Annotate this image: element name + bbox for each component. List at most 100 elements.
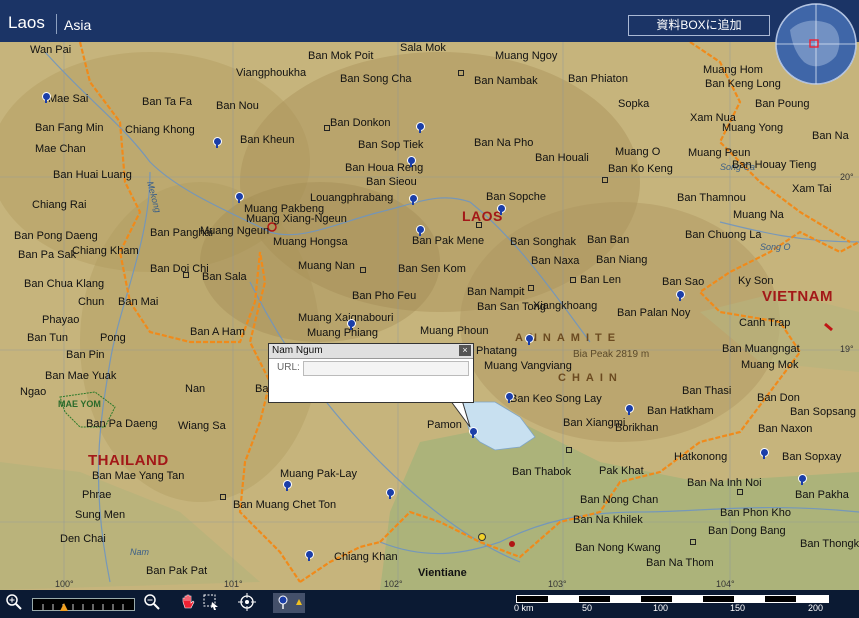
pin-icon[interactable]: [525, 334, 534, 345]
place-label[interactable]: Ban Kheun: [240, 134, 294, 146]
place-label[interactable]: Ban Sala: [202, 271, 247, 283]
pin-icon[interactable]: [273, 593, 305, 613]
place-label[interactable]: Ban Sop Tiek: [358, 139, 423, 151]
place-label[interactable]: Ban Sen Kom: [398, 263, 466, 275]
place-label[interactable]: Muang Xiang-Ngeun: [246, 213, 347, 225]
pin-icon[interactable]: [760, 448, 769, 459]
globe-locator[interactable]: [770, 0, 859, 88]
place-label[interactable]: Canh Trap: [739, 317, 790, 329]
place-label[interactable]: Muang Na: [733, 209, 784, 221]
pin-icon[interactable]: [305, 550, 314, 561]
town-marker[interactable]: [737, 489, 743, 495]
town-marker[interactable]: [528, 285, 534, 291]
place-label[interactable]: Pak Khat: [599, 465, 644, 477]
place-label[interactable]: Phrae: [82, 489, 111, 501]
map-viewport[interactable]: LAOS THAILAND VIETNAM ANNAMITE CHAIN MAE…: [0, 42, 859, 590]
place-label[interactable]: Ban Sopxay: [782, 451, 841, 463]
place-label[interactable]: Chiang Khan: [334, 551, 398, 563]
place-label[interactable]: Ban Song Cha: [340, 73, 412, 85]
place-label[interactable]: Muang Pak-Lay: [280, 468, 357, 480]
place-label[interactable]: Ban Thasi: [682, 385, 731, 397]
pin-icon[interactable]: [798, 474, 807, 485]
place-label[interactable]: Ban Pak Pat: [146, 565, 207, 577]
place-label[interactable]: Xiangkhoang: [533, 300, 597, 312]
place-label[interactable]: Ban Xiangmi: [563, 417, 625, 429]
pin-icon[interactable]: [409, 194, 418, 205]
zoom-out-icon[interactable]: [142, 593, 162, 613]
place-label[interactable]: Ban Sopche: [486, 191, 546, 203]
place-label[interactable]: Wan Pai: [30, 44, 71, 56]
town-marker[interactable]: [476, 222, 482, 228]
place-label[interactable]: Muang Yong: [722, 122, 783, 134]
pin-icon[interactable]: [625, 404, 634, 415]
place-label[interactable]: Ban Ta Fa: [142, 96, 192, 108]
pin-icon[interactable]: [235, 192, 244, 203]
place-label[interactable]: Ban Donkon: [330, 117, 391, 129]
place-label[interactable]: Ban Don: [757, 392, 800, 404]
place-label[interactable]: Ban Phiaton: [568, 73, 628, 85]
place-label[interactable]: Ban Nambak: [474, 75, 538, 87]
pin-icon[interactable]: [416, 225, 425, 236]
town-marker[interactable]: [458, 70, 464, 76]
place-label[interactable]: Ban Na Khilek: [573, 514, 643, 526]
place-label[interactable]: Den Chai: [60, 533, 106, 545]
pin-icon[interactable]: [676, 290, 685, 301]
place-label-capital[interactable]: Vientiane: [418, 567, 467, 579]
zoom-slider[interactable]: [32, 598, 135, 611]
pin-icon[interactable]: [386, 488, 395, 499]
place-label[interactable]: Ban Thongkha: [800, 538, 859, 550]
place-label[interactable]: Ban Naxa: [531, 255, 579, 267]
place-label[interactable]: Ban Mae Yang Tan: [92, 470, 184, 482]
pin-icon[interactable]: [213, 137, 222, 148]
popup-url-field[interactable]: [303, 361, 469, 376]
place-label[interactable]: Pong: [100, 332, 126, 344]
place-label[interactable]: Phatang: [476, 345, 517, 357]
pin-icon[interactable]: [283, 480, 292, 491]
town-marker[interactable]: [360, 267, 366, 273]
pin-icon[interactable]: [497, 204, 506, 215]
pin-icon[interactable]: [469, 427, 478, 438]
place-label[interactable]: Ban Nong Kwang: [575, 542, 661, 554]
place-label[interactable]: Ban Na Pho: [474, 137, 533, 149]
place-label[interactable]: Muang Phoun: [420, 325, 489, 337]
place-label[interactable]: Ban Niang: [596, 254, 647, 266]
place-label[interactable]: Muang Xaignabouri: [298, 312, 393, 324]
place-label[interactable]: Ban Houali: [535, 152, 589, 164]
place-label[interactable]: Muang Peun: [688, 147, 750, 159]
place-label[interactable]: Ban Ko Keng: [608, 163, 673, 175]
place-label[interactable]: Ban Na: [812, 130, 849, 142]
place-label[interactable]: Muang Ngeun: [200, 225, 269, 237]
place-label[interactable]: Wiang Sa: [178, 420, 226, 432]
place-label[interactable]: Muang Vangviang: [484, 360, 572, 372]
place-label[interactable]: Ban Pakha: [795, 489, 849, 501]
place-label[interactable]: Ban Len: [580, 274, 621, 286]
place-label[interactable]: Muang O: [615, 146, 660, 158]
place-label[interactable]: Ban Na Inh Noi: [687, 477, 762, 489]
town-marker[interactable]: [324, 125, 330, 131]
pin-icon[interactable]: [407, 156, 416, 167]
place-label[interactable]: Ban Fang Min: [35, 122, 103, 134]
place-label[interactable]: Chiang Kham: [72, 245, 139, 257]
place-label[interactable]: Ban Dong Bang: [708, 525, 786, 537]
town-marker[interactable]: [570, 277, 576, 283]
pin-icon[interactable]: [42, 92, 51, 103]
place-label[interactable]: Ban Pa Sak: [18, 249, 76, 261]
town-marker[interactable]: [690, 539, 696, 545]
place-label[interactable]: Ban Pin: [66, 349, 105, 361]
place-label[interactable]: Ban Mok Poit: [308, 50, 373, 62]
place-label[interactable]: Ngao: [20, 386, 46, 398]
place-label[interactable]: Ban Ban: [587, 234, 629, 246]
place-label[interactable]: Ban Mae Yuak: [45, 370, 116, 382]
place-label[interactable]: Muang Hom: [703, 64, 763, 76]
place-label[interactable]: Muang Mok: [741, 359, 798, 371]
place-label[interactable]: Ban Muang Chet Ton: [233, 499, 336, 511]
add-to-box-button[interactable]: 資料BOXに追加: [628, 15, 770, 36]
place-label[interactable]: Ky Son: [738, 275, 773, 287]
place-label[interactable]: Chun: [78, 296, 104, 308]
town-marker[interactable]: [602, 177, 608, 183]
select-icon[interactable]: [201, 593, 221, 613]
place-label[interactable]: Nan: [185, 383, 205, 395]
place-label[interactable]: Ban Mai: [118, 296, 158, 308]
place-label[interactable]: Ban Naxon: [758, 423, 812, 435]
place-label[interactable]: Ban Pho Feu: [352, 290, 416, 302]
